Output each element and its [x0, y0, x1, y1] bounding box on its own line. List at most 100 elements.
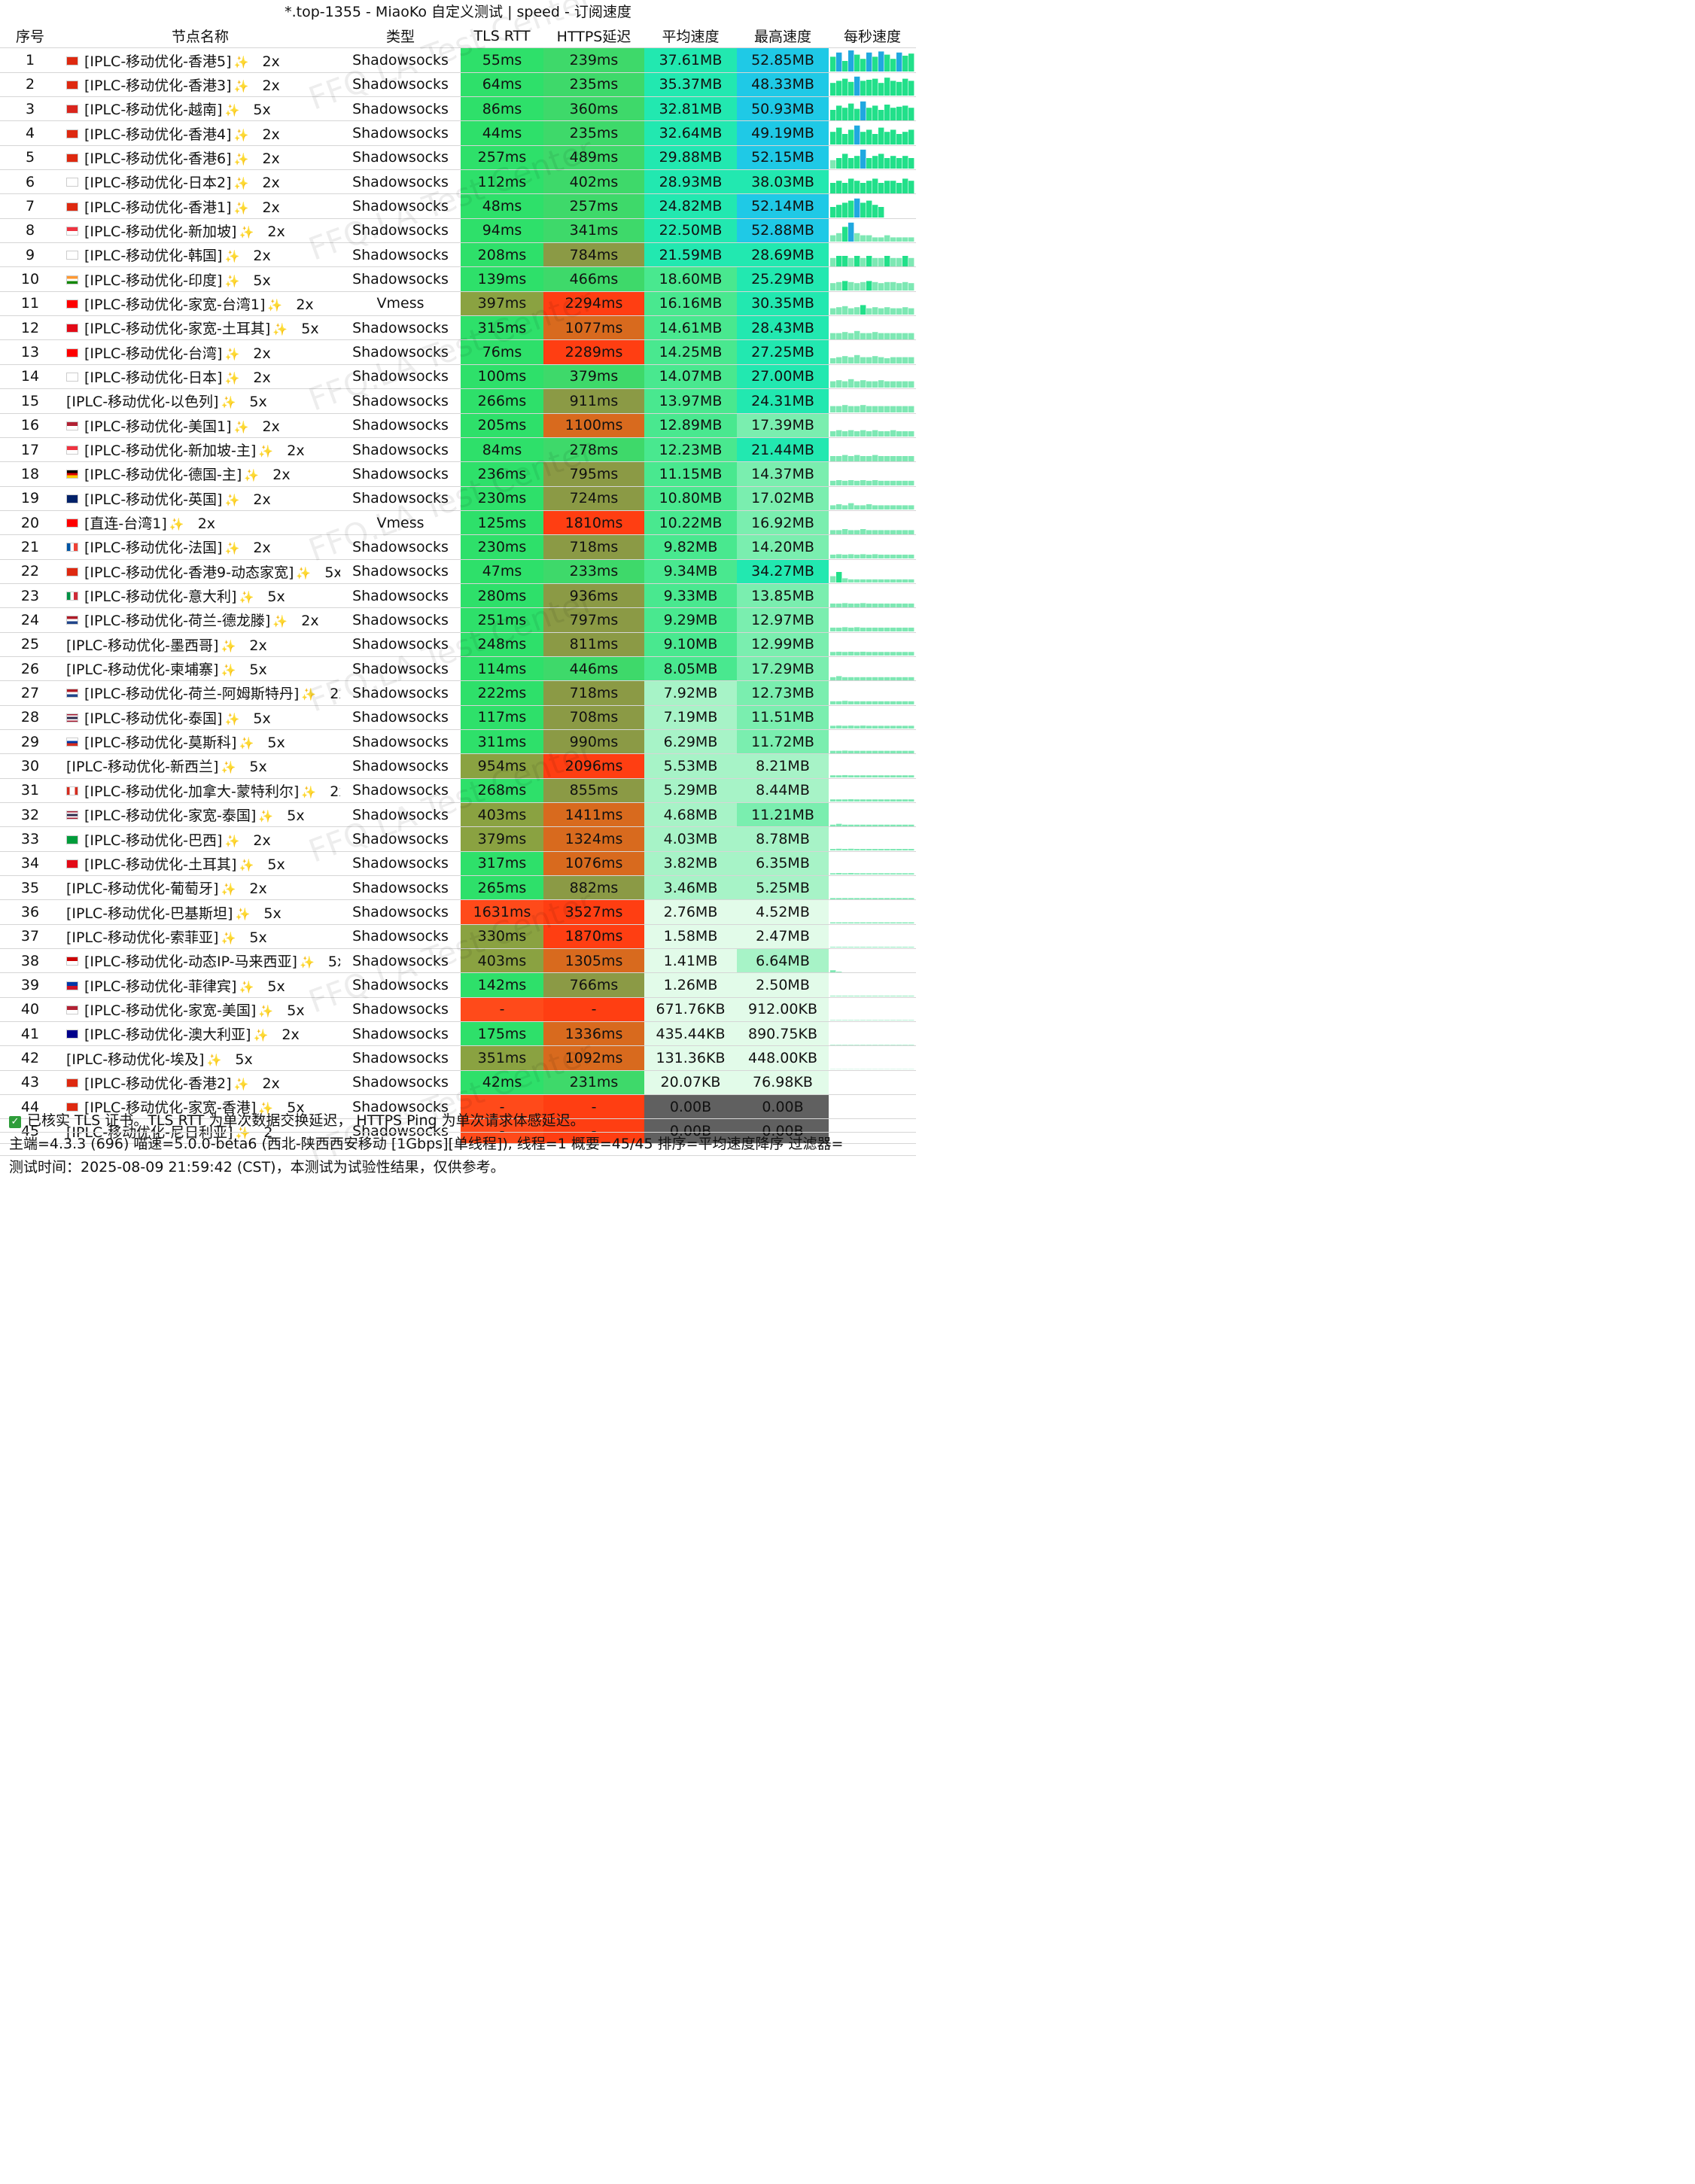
- table-row[interactable]: 12 [IPLC-移动优化-家宽-土耳其] ✨ 5x Shadowsocks 315ms 1…: [0, 315, 916, 341]
- col-header-index[interactable]: 序号: [0, 24, 60, 49]
- node-name-text: [IPLC-移动优化-意大利]: [84, 589, 237, 606]
- table-row[interactable]: 4 [IPLC-移动优化-香港4] ✨ 2x Shadowsocks 44ms 235ms 3…: [0, 120, 916, 146]
- flag-icon: [66, 324, 78, 333]
- table-row[interactable]: 26 [IPLC-移动优化-柬埔寨] ✨ 5x Shadowsocks 114ms 446m…: [0, 656, 916, 682]
- col-header-per-second-speed[interactable]: 每秒速度: [829, 24, 916, 49]
- col-header-avg-speed[interactable]: 平均速度: [644, 24, 737, 49]
- node-name-text: [IPLC-移动优化-印度]: [84, 272, 223, 289]
- node-name-text: [IPLC-移动优化-韩国]: [84, 248, 223, 265]
- sparkline-bar: [866, 504, 872, 510]
- table-row[interactable]: 21 [IPLC-移动优化-法国] ✨ 2x Shadowsocks 230ms 718ms…: [0, 534, 916, 560]
- sparkline-bar: [872, 652, 878, 656]
- row-type: Shadowsocks: [340, 388, 461, 414]
- table-row[interactable]: 36 [IPLC-移动优化-巴基斯坦] ✨ 5x Shadowsocks 1631ms 35…: [0, 899, 916, 925]
- table-row[interactable]: 27 [IPLC-移动优化-荷兰-阿姆斯特丹]✨ 2xShadowsocks222m…: [0, 680, 916, 706]
- sparkline-bar: [854, 677, 860, 680]
- table-row[interactable]: 1 [IPLC-移动优化-香港5] ✨ 2x Shadowsocks 55ms 239ms 3…: [0, 47, 916, 73]
- table-row[interactable]: 22 [IPLC-移动优化-香港9-动态家宽]✨ 5xShadowsocks47ms…: [0, 559, 916, 584]
- node-name-text: [IPLC-移动优化-埃及]: [66, 1051, 205, 1068]
- sparkline-bar: [878, 701, 884, 704]
- row-type: Shadowsocks: [340, 705, 461, 730]
- table-row[interactable]: 8 [IPLC-移动优化-新加坡] ✨ 2x Shadowsocks 94ms 341ms 2…: [0, 218, 916, 244]
- col-header-node-name[interactable]: 节点名称: [60, 24, 340, 49]
- sparkline-bar: [896, 701, 902, 704]
- sparkle-icon: ✨: [233, 176, 249, 191]
- table-row[interactable]: 31 [IPLC-移动优化-加拿大-蒙特利尔]✨ 2xShadowsocks268m…: [0, 778, 916, 804]
- sparkline-bar: [878, 357, 884, 364]
- row-node-name: [IPLC-移动优化-荷兰-阿姆斯特丹]✨ 2x: [60, 680, 340, 706]
- table-row[interactable]: 28 [IPLC-移动优化-泰国] ✨ 5x Shadowsocks 117ms 708ms…: [0, 705, 916, 730]
- sparkline-bar: [842, 182, 848, 193]
- sparkle-icon: ✨: [221, 882, 236, 897]
- table-row[interactable]: 3 [IPLC-移动优化-越南] ✨ 5x Shadowsocks 86ms 360ms 32…: [0, 96, 916, 122]
- col-header-type[interactable]: 类型: [340, 24, 461, 49]
- table-row[interactable]: 9 [IPLC-移动优化-韩国] ✨ 2x Shadowsocks 208ms 784ms 2…: [0, 242, 916, 268]
- sparkline-chart: [830, 178, 914, 193]
- sparkline-bar: [896, 873, 902, 875]
- sparkline-bar: [854, 198, 860, 218]
- table-row[interactable]: 16 [IPLC-移动优化-美国1] ✨ 2x Shadowsocks 205ms 1100…: [0, 413, 916, 438]
- table-row[interactable]: 5 [IPLC-移动优化-香港6] ✨ 2x Shadowsocks 257ms 489ms…: [0, 145, 916, 171]
- sparkle-icon: ✨: [267, 297, 283, 312]
- table-row[interactable]: 24 [IPLC-移动优化-荷兰-德龙滕] ✨ 2x Shadowsocks 251ms 7…: [0, 607, 916, 633]
- row-tls-rtt: 100ms: [461, 364, 543, 390]
- sparkline-bar: [884, 627, 890, 631]
- flag-icon: [66, 348, 78, 357]
- row-tls-rtt: 42ms: [461, 1070, 543, 1096]
- table-row[interactable]: 23 [IPLC-移动优化-意大利] ✨ 5x Shadowsocks 280ms 936m…: [0, 583, 916, 609]
- table-row[interactable]: 42 [IPLC-移动优化-埃及] ✨ 5x Shadowsocks 351ms 1092m…: [0, 1045, 916, 1071]
- table-row[interactable]: 37 [IPLC-移动优化-索菲亚] ✨ 5x Shadowsocks 330ms 1870…: [0, 924, 916, 950]
- sparkline-bar: [836, 81, 842, 96]
- table-row[interactable]: 10 [IPLC-移动优化-印度] ✨ 5x Shadowsocks 139ms 466ms…: [0, 266, 916, 292]
- sparkline-bar: [872, 455, 878, 461]
- table-row[interactable]: 14 [IPLC-移动优化-日本] ✨ 2x Shadowsocks 100ms 379ms…: [0, 364, 916, 390]
- row-index: 40: [0, 997, 60, 1023]
- table-body: 1 [IPLC-移动优化-香港5] ✨ 2x Shadowsocks 55ms 239ms 3…: [0, 47, 916, 1144]
- multiplier-text: 2x: [253, 345, 271, 362]
- sparkle-icon: ✨: [233, 419, 249, 434]
- table-row[interactable]: 34 [IPLC-移动优化-土耳其] ✨ 5x Shadowsocks 317ms 1076…: [0, 851, 916, 877]
- row-tls-rtt: 280ms: [461, 583, 543, 609]
- table-row[interactable]: 41 [IPLC-移动优化-澳大利亚] ✨ 2x Shadowsocks 175ms 133…: [0, 1021, 916, 1047]
- table-row[interactable]: 35 [IPLC-移动优化-葡萄牙] ✨ 2x Shadowsocks 265ms 882m…: [0, 875, 916, 901]
- row-https-latency: 2096ms: [543, 753, 644, 779]
- table-row[interactable]: 17 [IPLC-移动优化-新加坡-主] ✨ 2x Shadowsocks 84ms 278…: [0, 437, 916, 463]
- table-row[interactable]: 18 [IPLC-移动优化-德国-主] ✨ 2x Shadowsocks 236ms 795…: [0, 461, 916, 487]
- table-row[interactable]: 6 [IPLC-移动优化-日本2] ✨ 2x Shadowsocks 112ms 402ms…: [0, 169, 916, 195]
- sparkline-chart: [830, 774, 914, 777]
- table-row[interactable]: 2 [IPLC-移动优化-香港3] ✨ 2x Shadowsocks 64ms 235ms 3…: [0, 72, 916, 98]
- table-row[interactable]: 29 [IPLC-移动优化-莫斯科] ✨ 5x Shadowsocks 311ms 990m…: [0, 729, 916, 755]
- row-type: Shadowsocks: [340, 607, 461, 633]
- multiplier-text: 2x: [287, 443, 305, 460]
- row-max-speed: 12.99MB: [737, 632, 829, 657]
- table-row[interactable]: 38 [IPLC-移动优化-动态IP-马来西亚]✨ 5xShadowsocks403…: [0, 948, 916, 974]
- flag-icon: [66, 981, 78, 990]
- row-https-latency: 233ms: [543, 559, 644, 584]
- sparkline-bar: [860, 281, 866, 291]
- table-row[interactable]: 25 [IPLC-移动优化-墨西哥] ✨ 2x Shadowsocks 248ms 811m…: [0, 632, 916, 657]
- table-row[interactable]: 20 [直连-台湾1] ✨ 2x Vmess 125ms 1810ms 10.22MB 16.9…: [0, 510, 916, 536]
- table-row[interactable]: 19 [IPLC-移动优化-英国] ✨ 2x Shadowsocks 230ms 724ms…: [0, 486, 916, 511]
- sparkline-bar: [872, 849, 878, 851]
- table-row[interactable]: 7 [IPLC-移动优化-香港1] ✨ 2x Shadowsocks 48ms 257ms 2…: [0, 193, 916, 219]
- multiplier-text: 2x: [253, 832, 271, 849]
- col-header-tls-rtt[interactable]: TLS RTT: [461, 24, 543, 49]
- multiplier-text: 2x: [267, 223, 285, 240]
- table-row[interactable]: 11 [IPLC-移动优化-家宽-台湾1] ✨ 2x Vmess 397ms 2294ms 1…: [0, 291, 916, 317]
- flag-icon: [66, 592, 78, 601]
- table-row[interactable]: 33 [IPLC-移动优化-巴西] ✨ 2x Shadowsocks 379ms 1324m…: [0, 826, 916, 852]
- table-row[interactable]: 40 [IPLC-移动优化-家宽-美国] ✨ 5x Shadowsocks - -671.7…: [0, 997, 916, 1023]
- table-row[interactable]: 32 [IPLC-移动优化-家宽-泰国] ✨ 5x Shadowsocks 403ms 14…: [0, 802, 916, 828]
- table-row[interactable]: 15 [IPLC-移动优化-以色列] ✨ 5x Shadowsocks 266ms 911m…: [0, 388, 916, 414]
- sparkline-bar: [872, 505, 878, 510]
- row-per-second-sparkline: [829, 266, 916, 292]
- row-type: Shadowsocks: [340, 680, 461, 706]
- col-header-max-speed[interactable]: 最高速度: [737, 24, 829, 49]
- sparkle-icon: ✨: [239, 224, 254, 239]
- table-row[interactable]: 39 [IPLC-移动优化-菲律宾] ✨ 5x Shadowsocks 142ms 766m…: [0, 972, 916, 998]
- row-https-latency: 1870ms: [543, 924, 644, 950]
- table-row[interactable]: 13 [IPLC-移动优化-台湾] ✨ 2x Shadowsocks 76ms 2289ms…: [0, 339, 916, 365]
- table-row[interactable]: 30 [IPLC-移动优化-新西兰] ✨ 5x Shadowsocks 954ms 2096…: [0, 753, 916, 779]
- table-row[interactable]: 43 [IPLC-移动优化-香港2] ✨ 2x Shadowsocks 42ms 231ms…: [0, 1070, 916, 1096]
- col-header-https-latency[interactable]: HTTPS延迟: [543, 24, 644, 49]
